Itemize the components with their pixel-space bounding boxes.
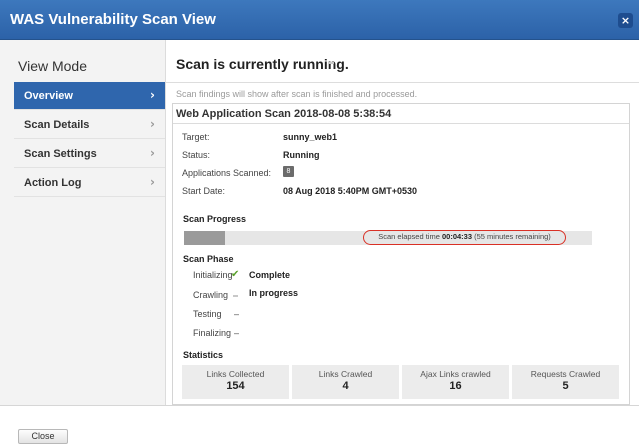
phase-status-initializing: Complete bbox=[249, 270, 291, 280]
stat-card-links-crawled: Links Crawled 4 bbox=[292, 365, 399, 399]
stat-label: Ajax Links crawled bbox=[420, 369, 491, 379]
chevron-right-icon: › bbox=[150, 88, 155, 102]
phase-name-crawling: Crawling bbox=[193, 290, 229, 300]
scan-phase-title: Scan Phase bbox=[183, 254, 234, 264]
stat-value: 4 bbox=[342, 380, 349, 392]
sidebar: View Mode Overview › Scan Details › Scan… bbox=[0, 40, 166, 405]
chevron-right-icon: › bbox=[150, 146, 155, 160]
elapsed-time-badge: Scan elapsed time 00:04:33 (55 minutes r… bbox=[363, 230, 566, 245]
scan-notice: Scan findings will show after scan is fi… bbox=[176, 89, 418, 99]
scan-title: Web Application Scan 2018-08-08 5:38:54 bbox=[176, 108, 392, 120]
chevron-right-icon: › bbox=[150, 117, 155, 131]
elapsed-prefix: Scan elapsed time bbox=[378, 232, 440, 241]
sidebar-heading: View Mode bbox=[18, 58, 88, 74]
start-date-value: 08 Aug 2018 5:40PM GMT+0530 bbox=[283, 186, 417, 196]
sidebar-item-action-log[interactable]: Action Log › bbox=[14, 169, 165, 197]
elapsed-time: 00:04:33 bbox=[441, 232, 473, 241]
phase-name-finalizing: Finalizing bbox=[193, 328, 232, 338]
sidebar-item-overview[interactable]: Overview › bbox=[14, 82, 165, 110]
sidebar-item-label: Overview bbox=[24, 90, 73, 102]
scan-progress-fill bbox=[184, 231, 225, 245]
check-icon: ✔ bbox=[231, 269, 240, 280]
window-titlebar: WAS Vulnerability Scan View × bbox=[0, 0, 639, 40]
sidebar-item-label: Action Log bbox=[24, 177, 82, 189]
page-title: Scan is currently running. bbox=[176, 56, 349, 72]
sidebar-item-scan-details[interactable]: Scan Details › bbox=[14, 111, 165, 139]
stat-label: Links Crawled bbox=[318, 369, 373, 379]
stat-card-requests-crawled: Requests Crawled 5 bbox=[512, 365, 619, 399]
phase-status-finalizing: – bbox=[234, 328, 240, 338]
applications-scanned-label: Applications Scanned: bbox=[182, 168, 272, 178]
spinner-icon bbox=[233, 295, 238, 297]
start-date-label: Start Date: bbox=[182, 186, 226, 196]
stat-value: 16 bbox=[449, 380, 462, 392]
phase-status-crawling: In progress bbox=[249, 288, 299, 298]
window-title: WAS Vulnerability Scan View bbox=[10, 11, 216, 28]
sidebar-item-scan-settings[interactable]: Scan Settings › bbox=[14, 140, 165, 168]
scan-header: Web Application Scan 2018-08-08 5:38:54 bbox=[173, 104, 629, 124]
sidebar-item-label: Scan Settings bbox=[24, 148, 97, 160]
dialog-footer: Close bbox=[0, 405, 639, 444]
divider bbox=[166, 82, 639, 83]
stat-card-ajax-links-crawled: Ajax Links crawled 16 bbox=[402, 365, 509, 399]
status-value: Running bbox=[283, 150, 320, 160]
window-close-icon[interactable]: × bbox=[618, 13, 633, 28]
elapsed-remaining: (55 minutes remaining) bbox=[474, 232, 551, 241]
status-label: Status: bbox=[182, 150, 211, 160]
phase-status-testing: – bbox=[234, 309, 240, 319]
stat-value: 5 bbox=[562, 380, 569, 392]
applications-count-badge: 8 bbox=[283, 166, 294, 177]
scan-progress-title: Scan Progress bbox=[183, 214, 247, 224]
chevron-right-icon: › bbox=[150, 175, 155, 189]
scan-panel: Web Application Scan 2018-08-08 5:38:54 … bbox=[172, 103, 630, 405]
stat-label: Links Collected bbox=[206, 369, 265, 379]
stat-value: 154 bbox=[226, 380, 245, 392]
phase-name-initializing: Initializing bbox=[193, 270, 233, 280]
stat-card-links-collected: Links Collected 154 bbox=[182, 365, 289, 399]
loading-indicator-icon bbox=[328, 62, 334, 64]
target-label: Target: bbox=[182, 132, 210, 142]
stat-label: Requests Crawled bbox=[530, 369, 601, 379]
main-content: Scan is currently running. Scan findings… bbox=[166, 40, 639, 405]
statistics-title: Statistics bbox=[183, 350, 224, 360]
sidebar-item-label: Scan Details bbox=[24, 119, 90, 131]
phase-name-testing: Testing bbox=[193, 309, 222, 319]
target-value: sunny_web1 bbox=[283, 132, 338, 142]
